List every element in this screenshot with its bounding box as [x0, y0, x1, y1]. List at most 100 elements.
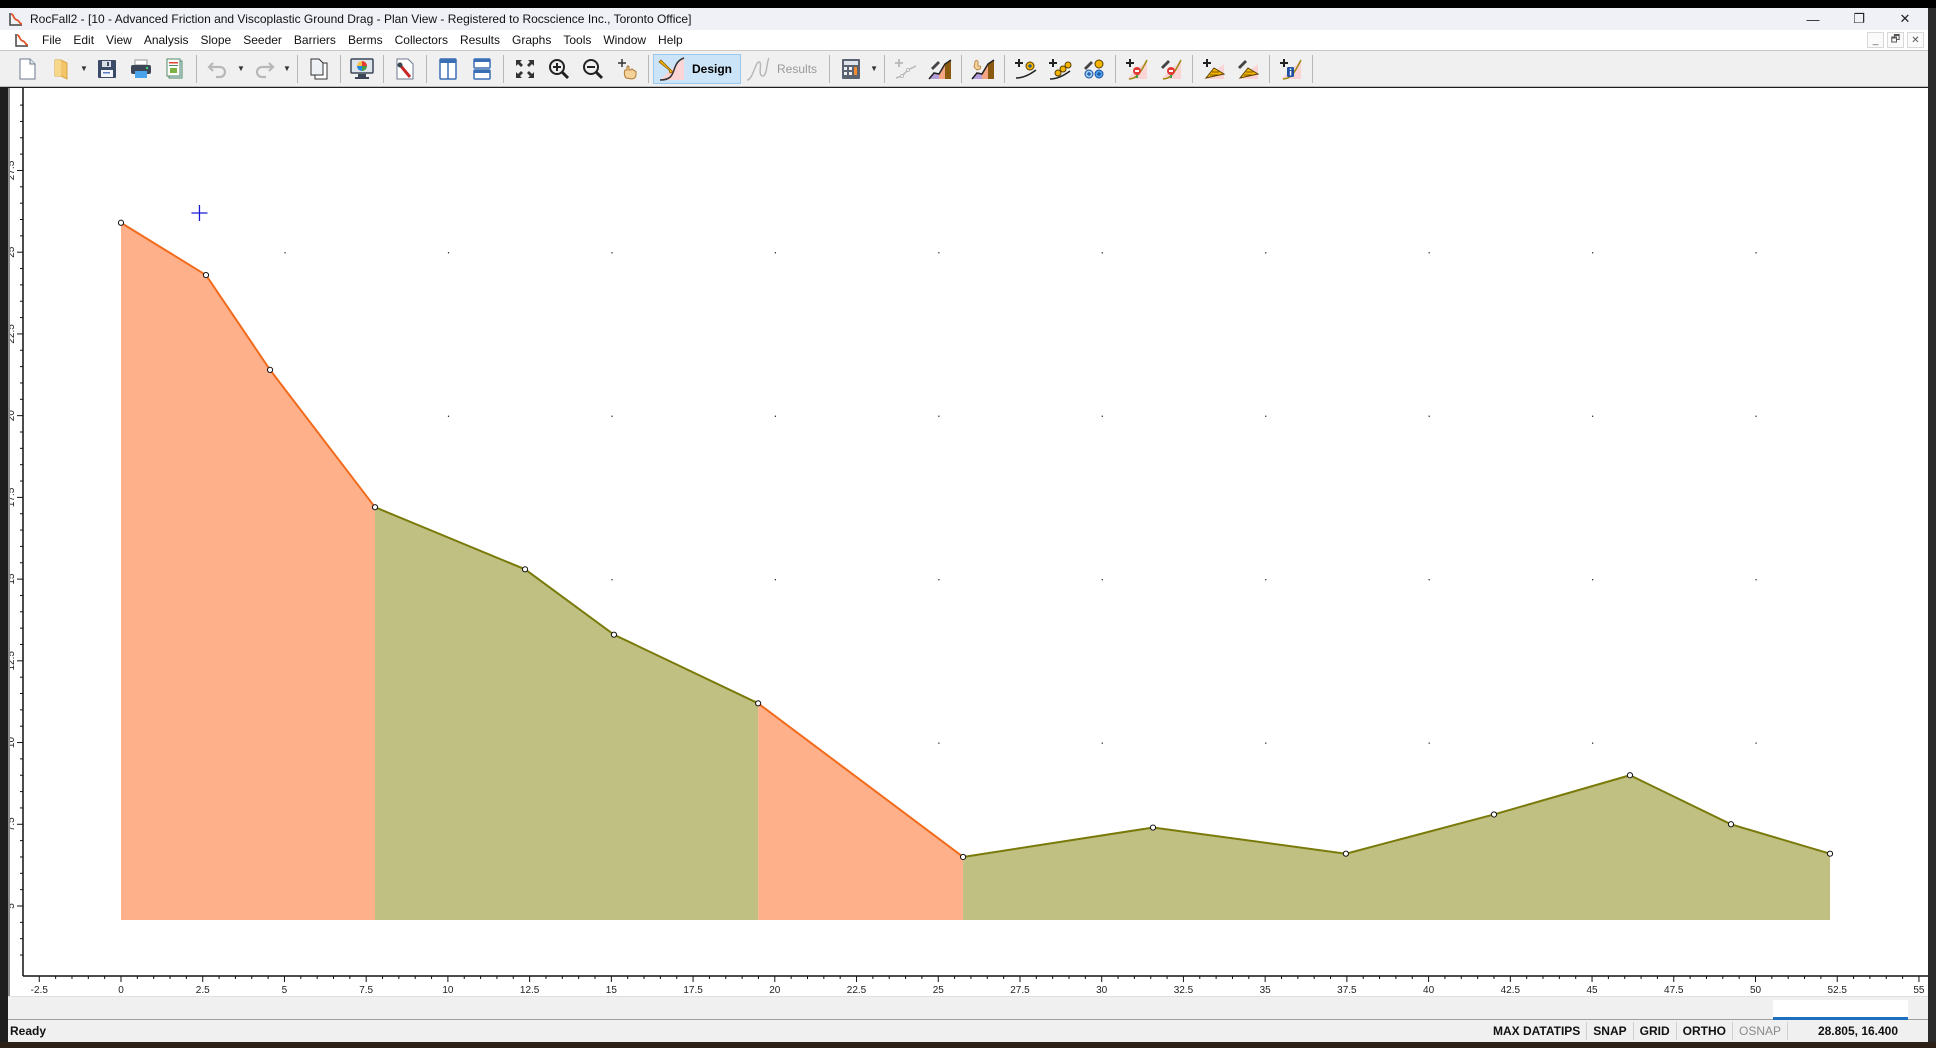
- add-slope-icon: [895, 58, 917, 79]
- zoom-all-button[interactable]: [508, 53, 542, 85]
- tile-horizontal-button[interactable]: [465, 53, 499, 85]
- assign-materials-button[interactable]: [966, 53, 1000, 85]
- new-file-button[interactable]: [10, 53, 44, 85]
- slope-vertex[interactable]: [202, 271, 210, 279]
- menu-tools[interactable]: Tools: [557, 33, 597, 47]
- max-datatips-toggle[interactable]: MAX DATATIPS: [1487, 1022, 1588, 1040]
- design-mode-button[interactable]: Design: [653, 53, 742, 84]
- document-preview-icon: [166, 58, 183, 78]
- materials-dropdown[interactable]: ▼: [868, 53, 880, 85]
- open-recent-dropdown[interactable]: ▼: [78, 53, 90, 85]
- plan-view-canvas[interactable]: -2.5 0 2.5 5 7.5 10 12.5 15 17.5 20 22.5 25 27.5 30 32…: [6, 88, 1928, 996]
- grid-dot: [1265, 252, 1267, 254]
- slope-vertex[interactable]: [959, 853, 967, 861]
- menu-graphs[interactable]: Graphs: [506, 33, 557, 47]
- menu-analysis[interactable]: Analysis: [138, 33, 195, 47]
- print-preview-button[interactable]: [158, 53, 192, 85]
- x-tick-label: -2.5: [31, 985, 49, 996]
- tile-horizontal-icon: [473, 57, 491, 80]
- scrollbar-thumb[interactable]: [1773, 1000, 1908, 1020]
- menu-collectors[interactable]: Collectors: [389, 33, 454, 47]
- menu-file[interactable]: File: [36, 33, 67, 47]
- add-collector-button[interactable]: [1274, 53, 1308, 85]
- edit-berm-button[interactable]: [1231, 53, 1265, 85]
- grid-dot: [611, 415, 613, 417]
- y-tick-label: 7.5: [10, 817, 17, 831]
- add-slope-button[interactable]: [889, 53, 923, 85]
- grid-dot: [1592, 415, 1594, 417]
- slope-vertex[interactable]: [610, 631, 618, 638]
- save-button[interactable]: [90, 53, 124, 85]
- slope-plot[interactable]: -2.5 0 2.5 5 7.5 10 12.5 15 17.5 20 22.5 25 27.5 30 32…: [6, 88, 1928, 996]
- slope-vertex[interactable]: [1342, 850, 1349, 857]
- copy-icon: [310, 58, 328, 79]
- doc-minimize-button[interactable]: _: [1867, 32, 1884, 48]
- grid-dot: [1592, 742, 1594, 744]
- slope-vertex[interactable]: [521, 566, 529, 573]
- y-tick-label: 5: [10, 903, 17, 909]
- slope-vertex[interactable]: [1490, 811, 1498, 818]
- project-settings-button[interactable]: [388, 53, 422, 85]
- redo-button[interactable]: [247, 53, 281, 85]
- menu-berms[interactable]: Berms: [342, 33, 389, 47]
- redo-dropdown[interactable]: ▼: [281, 53, 293, 85]
- undo-button[interactable]: [201, 53, 235, 85]
- zoom-out-button[interactable]: [576, 53, 610, 85]
- slope-vertex[interactable]: [1727, 821, 1735, 828]
- slope-vertex[interactable]: [371, 504, 379, 511]
- zoom-in-button[interactable]: [542, 53, 576, 85]
- y-tick-label: 25: [10, 246, 17, 258]
- close-button[interactable]: ✕: [1882, 8, 1928, 30]
- edit-berm-icon: [1238, 59, 1260, 79]
- grid-toggle[interactable]: GRID: [1634, 1022, 1677, 1040]
- minimize-button[interactable]: —: [1790, 8, 1836, 30]
- menu-slope[interactable]: Slope: [195, 33, 238, 47]
- slope-vertex[interactable]: [1826, 850, 1834, 857]
- menu-help[interactable]: Help: [652, 33, 689, 47]
- undo-dropdown[interactable]: ▼: [235, 53, 247, 85]
- add-berm-button[interactable]: [1197, 53, 1231, 85]
- display-options-button[interactable]: [345, 53, 379, 85]
- pan-button[interactable]: [610, 53, 644, 85]
- slope-vertex[interactable]: [117, 219, 125, 226]
- doc-restore-button[interactable]: 🗗: [1887, 32, 1904, 48]
- edit-barrier-button[interactable]: [1154, 53, 1188, 85]
- monitor-color-icon: [350, 57, 374, 79]
- add-barrier-button[interactable]: [1120, 53, 1154, 85]
- results-mode-button[interactable]: Results: [741, 54, 825, 84]
- menu-view[interactable]: View: [100, 33, 138, 47]
- grid-dot: [1755, 579, 1757, 581]
- taskbar-edge: [0, 1042, 1936, 1048]
- edit-slope-button[interactable]: [923, 53, 957, 85]
- ortho-toggle[interactable]: ORTHO: [1677, 1022, 1733, 1040]
- pan-hand-icon: [618, 58, 637, 80]
- menu-barriers[interactable]: Barriers: [288, 33, 342, 47]
- osnap-toggle[interactable]: OSNAP: [1733, 1022, 1788, 1040]
- add-line-seeder-button[interactable]: [1043, 53, 1077, 85]
- grid-dot: [1101, 415, 1103, 417]
- menu-window[interactable]: Window: [597, 33, 652, 47]
- add-collector-icon: [1280, 58, 1302, 80]
- snap-toggle[interactable]: SNAP: [1587, 1022, 1634, 1040]
- maximize-button[interactable]: ❐: [1836, 8, 1882, 30]
- print-button[interactable]: [124, 53, 158, 85]
- menu-edit[interactable]: Edit: [67, 33, 100, 47]
- x-tick-label: 42.5: [1501, 985, 1521, 996]
- menu-seeder[interactable]: Seeder: [237, 33, 288, 47]
- add-point-seeder-button[interactable]: [1009, 53, 1043, 85]
- doc-close-button[interactable]: ✕: [1907, 32, 1924, 48]
- open-file-button[interactable]: [44, 53, 78, 85]
- horizontal-scrollbar[interactable]: [8, 996, 1928, 1020]
- edit-seeders-button[interactable]: [1077, 53, 1111, 85]
- x-tick-label: 32.5: [1174, 985, 1194, 996]
- slope-vertex[interactable]: [755, 700, 762, 707]
- slope-vertex[interactable]: [1149, 824, 1157, 831]
- slope-vertex[interactable]: [1626, 772, 1634, 779]
- menu-results[interactable]: Results: [454, 33, 506, 47]
- document-icon[interactable]: [14, 32, 30, 48]
- copy-button[interactable]: [302, 53, 336, 85]
- tile-vertical-button[interactable]: [431, 53, 465, 85]
- slope-vertex[interactable]: [266, 366, 274, 373]
- grid-dot: [1592, 579, 1594, 581]
- materials-button[interactable]: [834, 53, 868, 85]
